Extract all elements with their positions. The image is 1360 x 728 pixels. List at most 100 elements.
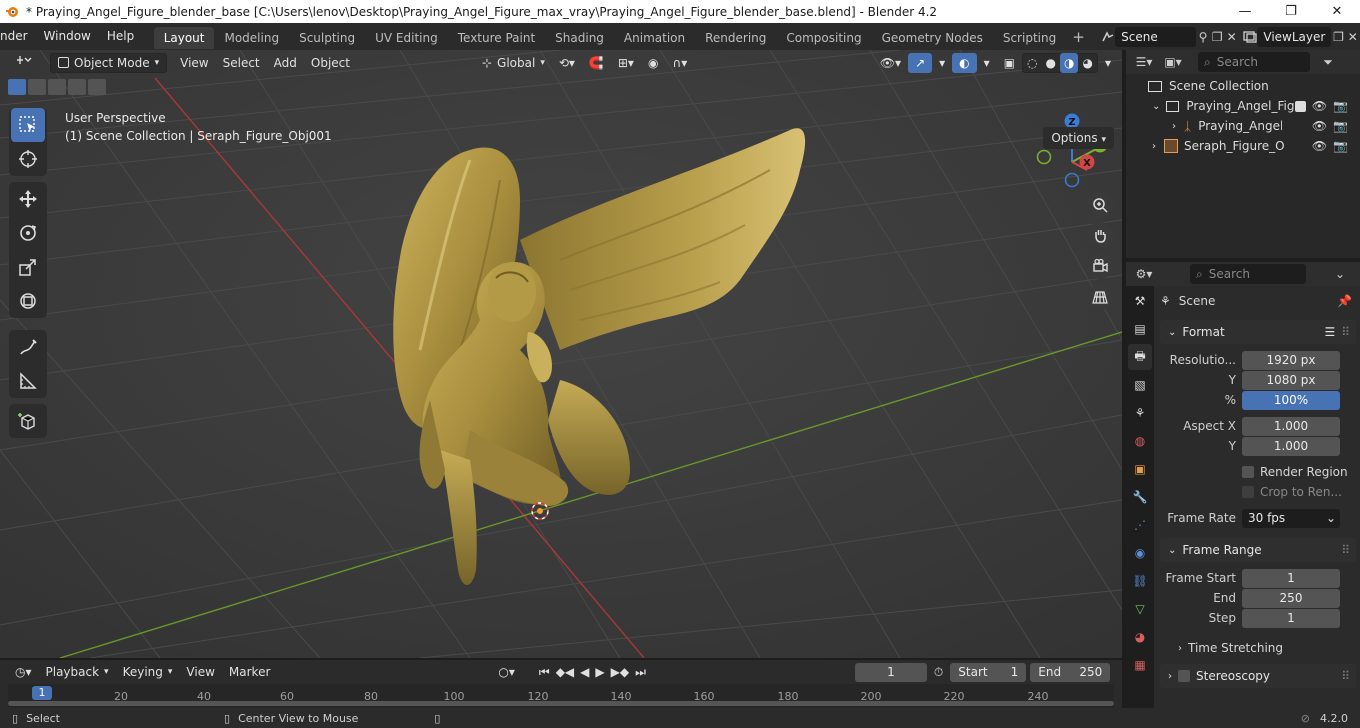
tab-modeling[interactable]: Modeling: [214, 27, 289, 49]
view-layer-tab-icon[interactable]: ▧: [1128, 372, 1152, 398]
aspect-x-field[interactable]: 1.000: [1242, 416, 1340, 436]
include-checkbox-icon[interactable]: [1294, 101, 1306, 112]
eye-icon[interactable]: 👁: [1312, 119, 1327, 133]
select-box-tool[interactable]: [11, 108, 45, 142]
tab-animation[interactable]: Animation: [614, 27, 695, 49]
options-button[interactable]: Options ▾: [1043, 127, 1114, 149]
tool-tab-icon[interactable]: ⚒: [1128, 288, 1152, 314]
tab-shading[interactable]: Shading: [545, 27, 614, 49]
particles-tab-icon[interactable]: ⋰: [1128, 512, 1152, 538]
jump-end-icon[interactable]: ⏭: [632, 662, 649, 682]
3d-viewport[interactable]: Z Y X Object Mode ▾ View Select Add Obje…: [0, 50, 1122, 658]
timeline-editor-icon[interactable]: ◷▾: [8, 662, 39, 682]
presets-icon[interactable]: ☰: [1324, 325, 1335, 339]
tab-scripting[interactable]: Scripting: [993, 27, 1066, 49]
playback-menu[interactable]: Playback ▾: [39, 662, 116, 682]
scene-selector[interactable]: Scene: [1115, 26, 1196, 47]
render-tab-icon[interactable]: ▤: [1128, 316, 1152, 342]
scene-tab-icon[interactable]: ⚘: [1128, 400, 1152, 426]
properties-search[interactable]: ⌕ Search: [1190, 264, 1306, 284]
physics-tab-icon[interactable]: ◉: [1128, 540, 1152, 566]
add-cube-tool[interactable]: [11, 404, 45, 438]
material-tab-icon[interactable]: ◕: [1128, 624, 1152, 650]
menu-view[interactable]: View: [173, 53, 215, 73]
render-region-row[interactable]: Render Region: [1160, 462, 1356, 482]
snap-target-icon[interactable]: ⊞▾: [611, 53, 641, 73]
pivot-point-icon[interactable]: ⟲▾: [552, 53, 582, 73]
frame-rate-dropdown[interactable]: 30 fps ⌄: [1242, 508, 1340, 528]
gizmo-toggle-icon[interactable]: ↗: [908, 52, 933, 73]
delete-viewlayer-icon[interactable]: ✕: [1346, 27, 1360, 47]
properties-editor-icon[interactable]: ⚙▾: [1130, 264, 1158, 284]
add-workspace-button[interactable]: +: [1066, 28, 1091, 46]
render-region-checkbox[interactable]: [1242, 466, 1254, 478]
current-frame-field[interactable]: 1: [854, 662, 927, 682]
outliner-row-armature[interactable]: › ᛣ Praying_Angel_ 👁 📷: [1126, 116, 1360, 136]
solid-shading-icon[interactable]: ●: [1042, 53, 1060, 73]
transform-tool[interactable]: [11, 284, 45, 318]
timeline-scrollbar[interactable]: [8, 701, 1114, 706]
snap-icon[interactable]: 🧲: [582, 53, 611, 73]
camera-view-icon[interactable]: [1087, 253, 1113, 279]
chevron-down-icon[interactable]: ⌄: [1152, 101, 1160, 112]
camera-icon[interactable]: 📷: [1333, 139, 1348, 153]
world-tab-icon[interactable]: ◍: [1128, 428, 1152, 454]
overlays-icon[interactable]: ◐: [952, 52, 977, 73]
material-shading-icon[interactable]: ◑: [1060, 52, 1079, 73]
playhead-marker[interactable]: 1: [32, 686, 52, 700]
eye-icon[interactable]: 👁: [1312, 99, 1327, 113]
chevron-down-icon[interactable]: ⌄: [1330, 264, 1350, 284]
stopwatch-icon[interactable]: ⏱: [927, 662, 950, 682]
drag-handle-icon[interactable]: ⠿: [1341, 669, 1350, 683]
tab-geometry-nodes[interactable]: Geometry Nodes: [872, 27, 993, 49]
tab-texture-paint[interactable]: Texture Paint: [448, 27, 545, 49]
annotate-tool[interactable]: [11, 330, 45, 364]
object-tab-icon[interactable]: ▣: [1128, 456, 1152, 482]
start-frame-field[interactable]: Start 1: [950, 662, 1027, 682]
play-icon[interactable]: ▶: [592, 662, 607, 682]
editor-type-button[interactable]: [8, 53, 44, 73]
tab-uv-editing[interactable]: UV Editing: [365, 27, 448, 49]
stereoscopy-checkbox[interactable]: [1178, 670, 1190, 682]
delete-scene-icon[interactable]: ✕: [1224, 27, 1238, 47]
new-scene-icon[interactable]: ❐: [1210, 27, 1224, 47]
cursor-tool[interactable]: [11, 142, 45, 176]
scale-tool[interactable]: [11, 250, 45, 284]
object-mode-dropdown[interactable]: Object Mode ▾: [50, 52, 168, 73]
select-invert-icon[interactable]: [68, 79, 86, 95]
proportional-edit-icon[interactable]: ◉: [641, 53, 665, 73]
rendered-shading-icon[interactable]: ◕: [1078, 53, 1096, 73]
minimize-button[interactable]: —: [1222, 0, 1268, 23]
outliner-editor-icon[interactable]: ☰▾: [1130, 52, 1158, 72]
visibility-icon[interactable]: 👁▾: [873, 53, 908, 73]
maximize-button[interactable]: ❐: [1268, 0, 1314, 23]
aspect-y-field[interactable]: 1.000: [1242, 436, 1340, 456]
modifier-tab-icon[interactable]: 🔧: [1128, 484, 1152, 510]
xray-icon[interactable]: ▣: [997, 53, 1022, 73]
outliner-row-collection[interactable]: ⌄ Praying_Angel_Figu 👁 📷: [1126, 96, 1360, 116]
select-extend-icon[interactable]: [28, 79, 46, 95]
transform-orientation-dropdown[interactable]: ⊹ Global ▾: [475, 53, 552, 73]
format-panel-header[interactable]: ⌄ Format ☰ ⠿: [1160, 320, 1356, 344]
menu-window[interactable]: Window: [36, 23, 99, 50]
rotate-tool[interactable]: [11, 216, 45, 250]
jump-prev-keyframe-icon[interactable]: ◆◀: [553, 662, 577, 682]
tab-rendering[interactable]: Rendering: [695, 27, 776, 49]
auto-keying-icon[interactable]: ○▾: [491, 662, 522, 682]
menu-select[interactable]: Select: [216, 53, 267, 73]
pan-hand-icon[interactable]: [1087, 222, 1113, 248]
drag-handle-icon[interactable]: ⠿: [1341, 325, 1350, 339]
pin-icon[interactable]: 📌: [1337, 294, 1352, 308]
marker-menu[interactable]: Marker: [222, 662, 277, 682]
jump-next-keyframe-icon[interactable]: ▶◆: [608, 662, 632, 682]
menu-help[interactable]: Help: [99, 23, 142, 50]
timeline-view-menu[interactable]: View: [179, 662, 221, 682]
wireframe-shading-icon[interactable]: ◌: [1023, 53, 1041, 73]
gizmo-dropdown-icon[interactable]: ▾: [932, 53, 952, 73]
stereoscopy-panel-header[interactable]: › Stereoscopy ⠿: [1160, 664, 1356, 688]
frame-end-field[interactable]: 250: [1242, 588, 1340, 608]
time-stretching-header[interactable]: › Time Stretching: [1160, 638, 1356, 658]
menu-object[interactable]: Object: [304, 53, 357, 73]
outliner-row-scene-collection[interactable]: Scene Collection: [1126, 76, 1360, 96]
chevron-right-icon[interactable]: ›: [1172, 121, 1176, 132]
